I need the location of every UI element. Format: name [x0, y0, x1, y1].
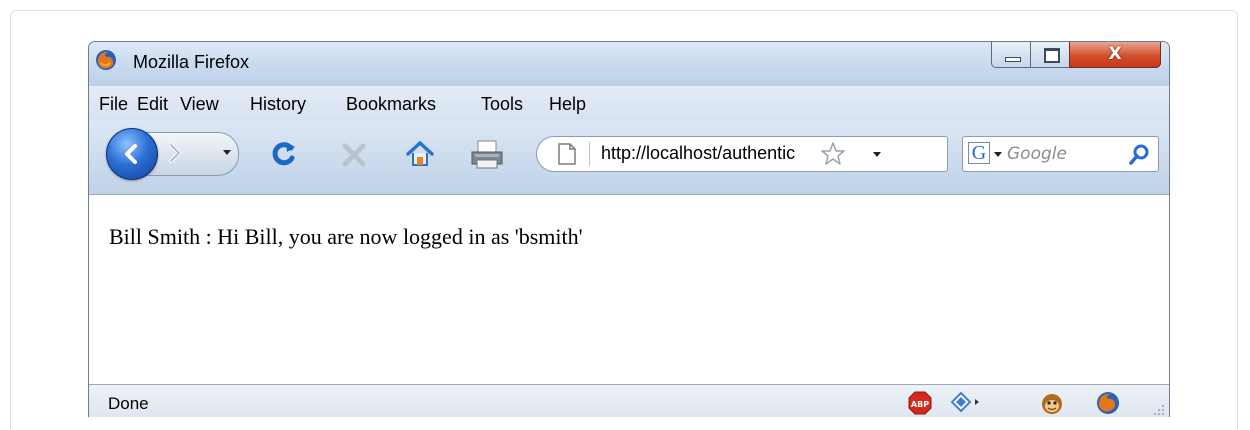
monkey-icon[interactable] — [1039, 390, 1065, 416]
menu-file[interactable]: File — [99, 94, 128, 115]
page-content: Bill Smith : Hi Bill, you are now logged… — [89, 195, 1169, 384]
menu-view[interactable]: View — [180, 94, 219, 115]
adblock-icon[interactable]: ABP — [907, 390, 933, 416]
status-bar: Done ABP — [89, 384, 1169, 417]
close-button[interactable]: X — [1069, 42, 1161, 68]
window-title: Mozilla Firefox — [133, 52, 250, 72]
url-text[interactable]: http://localhost/authentic — [601, 143, 815, 164]
back-button[interactable] — [106, 128, 158, 180]
browser-window: Mozilla Firefox X File Edit View History… — [88, 41, 1170, 417]
maximize-button[interactable] — [1030, 42, 1070, 68]
minimize-icon — [1005, 57, 1021, 62]
search-bar: G — [962, 136, 1159, 172]
maximize-icon — [1044, 48, 1060, 63]
search-input[interactable] — [1007, 142, 1125, 166]
forward-icon[interactable] — [159, 140, 193, 166]
firefox-icon — [96, 50, 116, 70]
menu-history[interactable]: History — [250, 94, 306, 115]
login-message: Bill Smith : Hi Bill, you are now logged… — [109, 224, 583, 249]
firefox-status-icon[interactable] — [1095, 390, 1121, 416]
status-text: Done — [108, 394, 149, 413]
svg-text:ABP: ABP — [911, 400, 929, 409]
stop-icon[interactable] — [339, 138, 369, 170]
menu-help[interactable]: Help — [549, 94, 586, 115]
menu-bookmarks[interactable]: Bookmarks — [346, 94, 436, 115]
page-icon — [558, 142, 590, 166]
search-engine-dropdown-icon[interactable] — [994, 152, 1002, 157]
menu-edit[interactable]: Edit — [137, 94, 168, 115]
resize-grip-icon[interactable] — [1151, 402, 1165, 416]
minimize-button[interactable] — [991, 42, 1031, 68]
search-icon[interactable] — [1128, 142, 1152, 166]
bookmark-star-icon[interactable] — [820, 141, 846, 167]
url-dropdown-icon[interactable] — [873, 152, 881, 157]
title-bar[interactable]: Mozilla Firefox X — [89, 42, 1169, 86]
navigation-toolbar: http://localhost/authentic G — [89, 120, 1169, 195]
back-icon — [125, 144, 137, 164]
url-bar[interactable]: http://localhost/authentic — [536, 136, 948, 172]
google-engine-icon[interactable]: G — [968, 142, 990, 164]
addon-icon[interactable] — [949, 390, 983, 416]
history-dropdown-icon[interactable] — [223, 150, 231, 155]
reload-icon[interactable] — [269, 138, 299, 170]
menu-tools[interactable]: Tools — [481, 94, 523, 115]
close-icon: X — [1108, 44, 1122, 64]
print-icon[interactable] — [469, 138, 505, 170]
menu-bar: File Edit View History Bookmarks Tools H… — [89, 86, 1169, 120]
home-icon[interactable] — [405, 138, 435, 170]
